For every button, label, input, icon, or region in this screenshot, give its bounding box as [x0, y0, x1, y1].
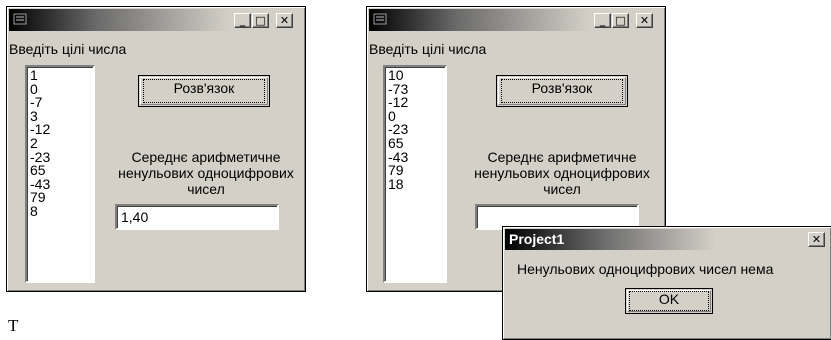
list-item[interactable]: -7 — [30, 95, 90, 110]
close-button[interactable]: ✕ — [276, 13, 293, 28]
title-bar[interactable]: _ □ ✕ — [9, 9, 303, 31]
numbers-listbox[interactable]: 1 0 -7 3 -12 2 -23 65 -43 79 8 — [25, 65, 95, 283]
app-icon — [13, 13, 27, 25]
title-bar[interactable]: _ □ ✕ — [369, 9, 663, 31]
list-item[interactable]: 79 — [30, 191, 90, 205]
message-dialog: Project1 ✕ Ненульових одноцифрових чисел… — [502, 226, 831, 340]
dialog-close-button[interactable]: ✕ — [808, 232, 825, 247]
solve-button[interactable]: Розв'язок — [496, 75, 628, 107]
minimize-button[interactable]: _ — [594, 13, 611, 28]
dialog-title-bar[interactable]: Project1 ✕ — [505, 229, 829, 250]
close-button[interactable]: ✕ — [636, 13, 653, 28]
list-item[interactable]: 18 — [388, 177, 442, 192]
prompt-label: Введіть цілі числа — [369, 41, 487, 57]
ok-button-label: OK — [629, 291, 709, 311]
dialog-title: Project1 — [509, 231, 565, 247]
list-item[interactable]: 8 — [30, 204, 90, 219]
result-label-line-1: Середнє арифметичне — [487, 149, 637, 165]
solve-button-label: Розв'язок — [501, 79, 623, 103]
maximize-button[interactable]: □ — [612, 13, 629, 28]
solve-button-label: Розв'язок — [143, 79, 265, 103]
footer-text: Т — [8, 316, 19, 335]
ok-button[interactable]: OK — [625, 288, 713, 314]
list-item[interactable]: 1 — [30, 68, 90, 83]
numbers-listbox[interactable]: 10 -73 -12 0 -23 65 -43 79 18 — [383, 65, 447, 283]
result-label-line-2: ненульових одноцифрових — [118, 165, 294, 181]
dialog-message: Ненульових одноцифрових чисел нема — [517, 261, 774, 277]
result-label-line-2: ненульових одноцифрових — [474, 165, 650, 181]
result-label-line-1: Середнє арифметичне — [131, 149, 281, 165]
list-item[interactable]: -12 — [30, 123, 90, 137]
result-label-line-3: чисел — [543, 181, 581, 197]
prompt-label: Введіть цілі числа — [9, 41, 127, 57]
app-icon — [373, 13, 387, 25]
app-window-1: _ □ ✕ Введіть цілі числа 1 0 -7 3 -12 2 -23 65-… — [6, 6, 306, 292]
minimize-button[interactable]: _ — [234, 13, 251, 28]
result-field[interactable]: 1,40 — [115, 204, 279, 230]
list-item[interactable]: -12 — [388, 95, 442, 110]
maximize-button[interactable]: □ — [252, 13, 269, 28]
solve-button[interactable]: Розв'язок — [138, 75, 270, 107]
result-label-line-3: чисел — [187, 181, 225, 197]
